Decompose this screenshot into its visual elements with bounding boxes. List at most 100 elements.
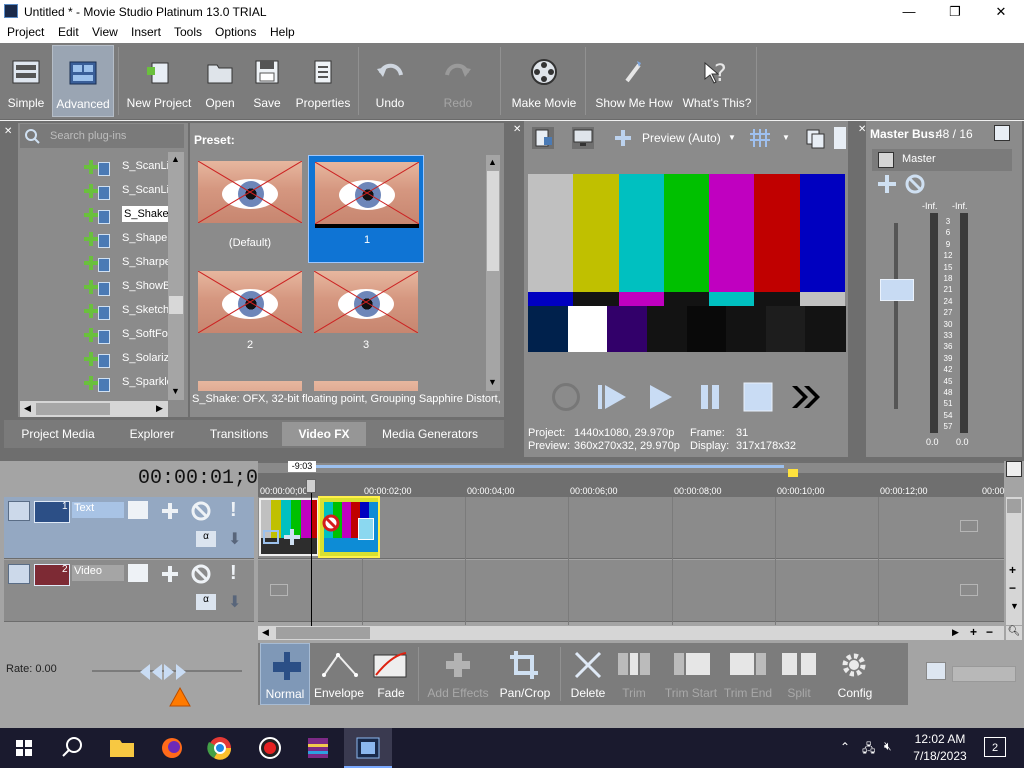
playhead-handle[interactable] bbox=[306, 479, 316, 493]
close-button[interactable]: ✕ bbox=[978, 0, 1024, 23]
menu-insert[interactable]: Insert bbox=[128, 25, 164, 39]
media-clip-1[interactable] bbox=[259, 498, 319, 556]
clip-pan-crop-icon[interactable] bbox=[263, 530, 279, 544]
normal-edit-tool[interactable]: Normal bbox=[260, 643, 310, 705]
overlays-grid-icon[interactable] bbox=[748, 127, 772, 149]
scroll-right-icon[interactable]: ▶ bbox=[952, 627, 959, 638]
compositing-mode-icon[interactable] bbox=[128, 564, 148, 582]
split-screen-icon[interactable] bbox=[612, 127, 634, 149]
menu-view[interactable]: View bbox=[89, 25, 121, 39]
movie-studio-taskbar-button[interactable] bbox=[344, 728, 392, 768]
panel-close-icon[interactable]: ✕ bbox=[4, 126, 16, 137]
minimize-button[interactable]: — bbox=[886, 0, 932, 23]
preview-properties-icon[interactable] bbox=[532, 127, 554, 149]
plugin-item[interactable]: S_SoftFocus bbox=[84, 324, 168, 348]
fade-tool[interactable]: Fade bbox=[370, 643, 412, 705]
preview-quality-select[interactable]: Preview (Auto) bbox=[642, 131, 721, 145]
preset-thumbnail-partial[interactable] bbox=[198, 381, 302, 391]
tree-vertical-scrollbar[interactable]: ▲ ▼ bbox=[168, 152, 184, 400]
track-zoom-in-icon[interactable]: + bbox=[1009, 563, 1016, 577]
track-alpha-icon[interactable]: α bbox=[196, 531, 216, 547]
clip-fx-icon[interactable] bbox=[283, 528, 301, 546]
more-transport-icon[interactable] bbox=[790, 383, 822, 411]
preset-item-default[interactable]: (Default) bbox=[198, 161, 302, 251]
master-volume-fader[interactable] bbox=[880, 279, 914, 301]
timeline-horizontal-scrollbar[interactable]: ◀ ▶ + − bbox=[258, 625, 1004, 640]
plugin-item[interactable]: S_ScanLines bbox=[84, 156, 168, 180]
add-effects-button[interactable]: Add Effects bbox=[424, 643, 492, 705]
preset-thumbnail-partial[interactable] bbox=[314, 381, 418, 391]
menu-options[interactable]: Options bbox=[212, 25, 259, 39]
external-monitor-icon[interactable] bbox=[572, 127, 594, 149]
tab-project-media[interactable]: Project Media bbox=[8, 422, 108, 446]
advanced-button[interactable]: Advanced bbox=[52, 45, 114, 117]
search-taskbar-icon[interactable] bbox=[48, 728, 96, 768]
track-name[interactable]: Text bbox=[72, 502, 124, 518]
master-fx-icon[interactable] bbox=[878, 152, 894, 168]
new-project-button[interactable]: New Project bbox=[124, 45, 194, 117]
copy-snapshot-icon[interactable] bbox=[804, 127, 826, 149]
tree-horizontal-scrollbar[interactable]: ◀ ▶ bbox=[20, 401, 168, 417]
delete-button[interactable]: Delete bbox=[566, 643, 610, 705]
plugin-item[interactable]: S_ScanLinesI bbox=[84, 180, 168, 204]
firefox-icon[interactable] bbox=[148, 728, 196, 768]
playhead-cursor[interactable] bbox=[311, 480, 312, 626]
track-zoom-out-icon[interactable]: − bbox=[1009, 581, 1016, 595]
preview-quality-dropdown-icon[interactable]: ▼ bbox=[728, 133, 736, 142]
timeline-vertical-scrollbar[interactable]: + − ▼ bbox=[1006, 497, 1022, 625]
track-name[interactable]: Video bbox=[72, 565, 124, 581]
scroll-thumb[interactable] bbox=[169, 296, 183, 314]
master-mute-icon[interactable] bbox=[904, 173, 926, 195]
trim-button[interactable]: Trim bbox=[612, 643, 656, 705]
track-fx-icon[interactable] bbox=[160, 501, 180, 521]
pause-icon[interactable] bbox=[694, 381, 726, 413]
track-parent-icon[interactable]: ⬇ bbox=[228, 529, 241, 549]
tab-transitions[interactable]: Transitions bbox=[196, 422, 282, 446]
simple-button[interactable]: Simple bbox=[4, 45, 48, 117]
shuttle-control-icon[interactable] bbox=[140, 662, 186, 682]
show-me-how-button[interactable]: Show Me How bbox=[592, 45, 676, 117]
stop-icon[interactable] bbox=[742, 381, 774, 413]
make-movie-button[interactable]: Make Movie bbox=[508, 45, 580, 117]
tab-explorer[interactable]: Explorer bbox=[108, 422, 196, 446]
loop-end-marker[interactable] bbox=[788, 469, 798, 477]
maximize-button[interactable]: ❐ bbox=[932, 0, 978, 23]
trim-end-button[interactable]: Trim End bbox=[722, 643, 774, 705]
zoom-tool-icon[interactable]: 🔍︎ bbox=[1006, 626, 1022, 640]
scroll-down-icon[interactable]: ▼ bbox=[171, 386, 180, 396]
volume-muted-icon[interactable]: 🔇︎ bbox=[884, 739, 892, 754]
play-from-start-icon[interactable] bbox=[596, 381, 628, 413]
scroll-thumb[interactable] bbox=[487, 171, 499, 271]
plugin-item[interactable]: S_Sketch bbox=[84, 300, 168, 324]
plugin-item[interactable]: S_Solarize bbox=[84, 348, 168, 372]
preset-item-3[interactable]: 3 bbox=[314, 271, 418, 361]
zoom-out-icon[interactable]: − bbox=[986, 625, 993, 639]
config-button[interactable]: Config bbox=[832, 643, 878, 705]
zoom-slider-icon[interactable] bbox=[926, 662, 946, 680]
preview-close-icon[interactable]: ✕ bbox=[513, 124, 521, 135]
plugin-item[interactable]: S_Shape bbox=[84, 228, 168, 252]
scroll-thumb[interactable] bbox=[276, 627, 370, 639]
scroll-down-icon[interactable]: ▼ bbox=[1010, 601, 1019, 611]
pan-crop-button[interactable]: Pan/Crop bbox=[496, 643, 554, 705]
scroll-left-icon[interactable]: ◀ bbox=[24, 403, 31, 414]
master-fx-chain-icon[interactable] bbox=[876, 173, 898, 195]
clock-time[interactable]: 12:02 AM bbox=[910, 732, 970, 746]
track-alpha-icon[interactable]: α bbox=[196, 594, 216, 610]
track-lane-video[interactable] bbox=[258, 560, 1004, 622]
overlays-dropdown-icon[interactable]: ▼ bbox=[782, 133, 790, 142]
envelope-edit-tool[interactable]: Envelope bbox=[312, 643, 366, 705]
redo-button[interactable]: Redo bbox=[432, 45, 484, 117]
menu-help[interactable]: Help bbox=[267, 25, 298, 39]
scroll-down-icon[interactable]: ▼ bbox=[488, 377, 497, 387]
track-expand-icon[interactable] bbox=[8, 564, 30, 584]
play-icon[interactable] bbox=[644, 381, 676, 413]
track-mute-icon[interactable] bbox=[190, 563, 212, 585]
track-header-text[interactable]: 1 Text ! α ⬇ bbox=[4, 497, 254, 559]
track-solo-icon[interactable]: ! bbox=[230, 562, 237, 585]
shuttle-rate-marker[interactable] bbox=[168, 686, 192, 708]
clock-date[interactable]: 7/18/2023 bbox=[910, 749, 970, 763]
plugin-item[interactable]: S_Sharpen bbox=[84, 252, 168, 276]
scroll-up-icon[interactable]: ▲ bbox=[488, 157, 497, 167]
menu-tools[interactable]: Tools bbox=[171, 25, 205, 39]
